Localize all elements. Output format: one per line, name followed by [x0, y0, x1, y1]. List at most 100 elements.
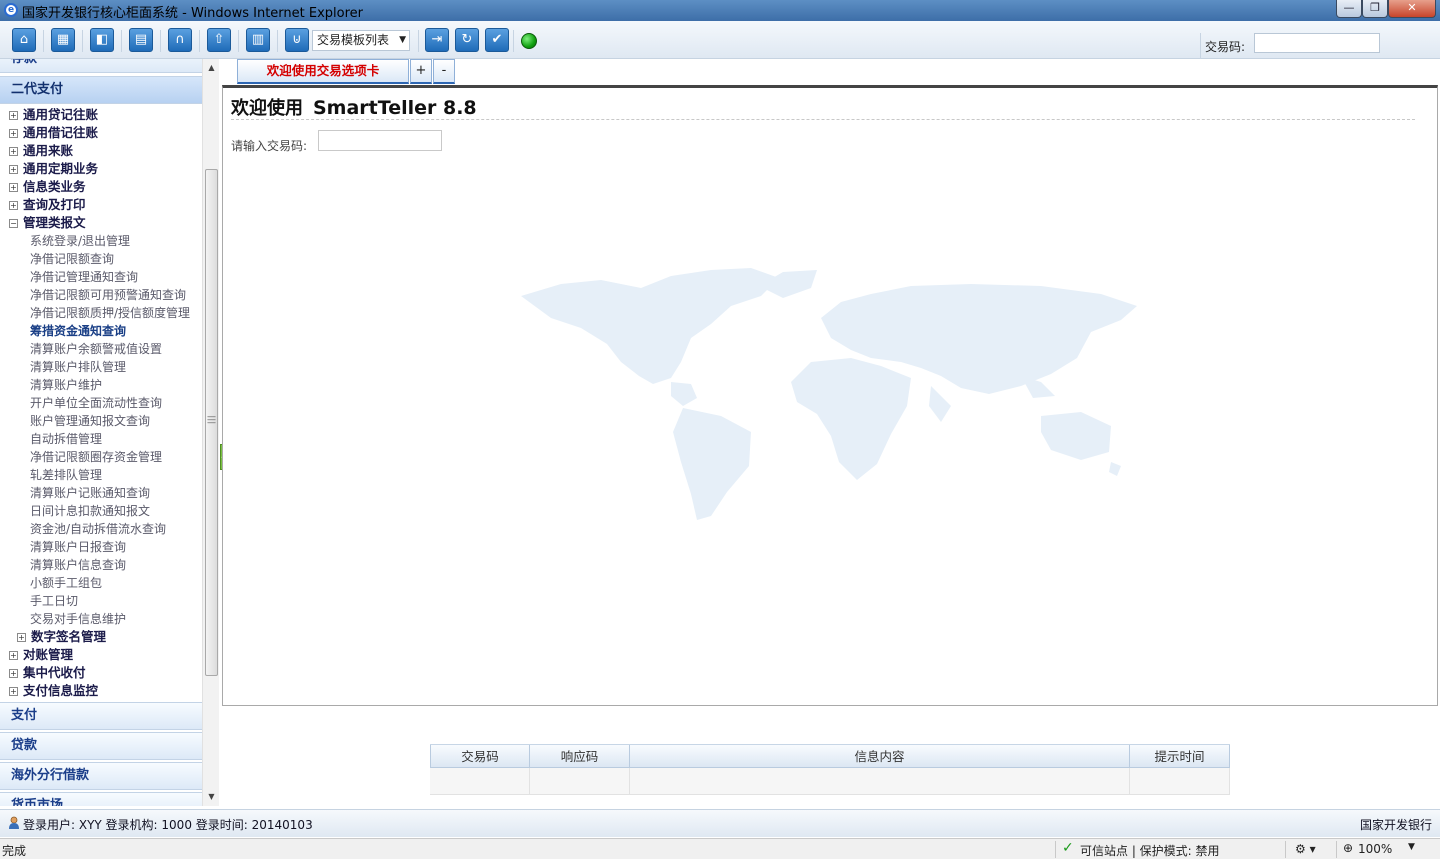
tree-group[interactable]: + 集中代收付 [9, 664, 86, 682]
tree-leaf[interactable]: 净借记限额可用预警通知查询 [30, 286, 186, 304]
expand-icon[interactable]: + [17, 633, 26, 642]
confirm-check-icon[interactable]: ✔ [485, 28, 509, 52]
tree-leaf[interactable]: 净借记限额查询 [30, 250, 114, 268]
tree-leaf[interactable]: 系统登录/退出管理 [30, 232, 130, 250]
collapse-icon[interactable]: − [9, 219, 18, 228]
tree-leaf[interactable]: 清算账户记账通知查询 [30, 484, 150, 502]
tree-leaf[interactable]: 自动拆借管理 [30, 430, 102, 448]
add-tab-button[interactable]: + [410, 59, 432, 84]
txcode-input[interactable] [1254, 33, 1380, 53]
section-money-market[interactable]: 货币市场 [0, 792, 202, 806]
tab-welcome[interactable]: 欢迎使用交易选项卡 [237, 59, 409, 84]
expand-icon[interactable]: + [9, 669, 18, 678]
section-deposit[interactable]: 存款 [0, 59, 202, 73]
table-cell [530, 768, 630, 795]
section-loan[interactable]: 贷款 [0, 732, 202, 760]
tree-group-label: 通用来账 [23, 143, 74, 158]
tree-group-label: 通用贷记往账 [23, 107, 99, 122]
tree-leaf[interactable]: 账户管理通知报文查询 [30, 412, 150, 430]
txcode-prompt-label: 请输入交易码: [231, 139, 308, 153]
template-icon[interactable]: ⊍ [285, 28, 309, 52]
tree-group[interactable]: + 通用来账 [9, 142, 73, 160]
template-list-value: 交易模板列表 [317, 33, 390, 47]
tree-leaf[interactable]: 净借记限额质押/授信额度管理 [30, 304, 190, 322]
security-settings-icon[interactable]: ⚙ ▾ [1295, 842, 1316, 856]
title-divider [231, 119, 1415, 120]
tree-group[interactable]: + 查询及打印 [9, 196, 86, 214]
tree-leaf[interactable]: 交易对手信息维护 [30, 610, 126, 628]
toolbar: ⌂ ▦ ◧ ▤ ∩ ⇧ ▥ ⊍ 交易模板列表 ▼ ⇥ ↻ ✔ 交易码: [0, 21, 1440, 63]
tree-leaf[interactable]: 净借记管理通知查询 [30, 268, 138, 286]
upload-icon[interactable]: ⇧ [207, 28, 231, 52]
headset-icon[interactable]: ∩ [168, 28, 192, 52]
world-map-icon [521, 268, 1137, 520]
tree-leaf[interactable]: 净借记限额圈存资金管理 [30, 448, 162, 466]
back-window-icon[interactable]: ◧ [90, 28, 114, 52]
splitter-grip-icon: — — — [207, 412, 216, 428]
expand-icon[interactable]: + [9, 183, 18, 192]
expand-icon[interactable]: + [9, 651, 18, 660]
tree-group-label: 集中代收付 [23, 665, 86, 680]
tree-leaf[interactable]: 日间计息扣款通知报文 [30, 502, 150, 520]
section-payment[interactable]: 支付 [0, 702, 202, 730]
zoom-dropdown-icon[interactable]: ▼ [1408, 842, 1415, 852]
trusted-site-check-icon: ✓ [1062, 840, 1074, 856]
tree-leaf-selected[interactable]: 筹措资金通知查询 [30, 322, 126, 340]
refresh-icon[interactable]: ↻ [455, 28, 479, 52]
scroll-up-icon[interactable]: ▲ [205, 61, 218, 75]
zoom-level[interactable]: 100% [1358, 842, 1392, 856]
section-second-gen-payment[interactable]: 二代支付 [0, 76, 202, 104]
tree-leaf[interactable]: 清算账户日报查询 [30, 538, 126, 556]
tree-group[interactable]: + 通用贷记往账 [9, 106, 98, 124]
tree-leaf[interactable]: 开户单位全面流动性查询 [30, 394, 162, 412]
txcode-prompt-input[interactable] [318, 130, 442, 151]
tree-group[interactable]: + 通用定期业务 [9, 160, 98, 178]
zoom-icon: ⊕ [1343, 841, 1354, 855]
template-list-select[interactable]: 交易模板列表 ▼ [312, 30, 410, 51]
expand-icon[interactable]: + [9, 129, 18, 138]
tree-group[interactable]: + 信息类业务 [9, 178, 86, 196]
security-zone[interactable]: 可信站点 | 保护模式: 禁用 [1080, 842, 1220, 859]
expand-icon[interactable]: + [9, 147, 18, 156]
section-overseas-loan[interactable]: 海外分行借款 [0, 762, 202, 790]
toolbar-separator [418, 30, 419, 52]
tree-leaf[interactable]: 小额手工组包 [30, 574, 102, 592]
tree-leaf[interactable]: 手工日切 [30, 592, 78, 610]
scroll-down-icon[interactable]: ▼ [205, 790, 218, 804]
expand-icon[interactable]: + [9, 687, 18, 696]
minimize-button[interactable]: — [1336, 0, 1362, 18]
col-header-response-code[interactable]: 响应码 [530, 745, 630, 769]
expand-icon[interactable]: + [9, 201, 18, 210]
tree-group[interactable]: + 通用借记往账 [9, 124, 98, 142]
trash-icon[interactable]: ▥ [246, 28, 270, 52]
toolbar-separator [199, 30, 200, 52]
expand-icon[interactable]: + [9, 165, 18, 174]
home-icon[interactable]: ⌂ [12, 28, 36, 52]
tree-group[interactable]: + 支付信息监控 [9, 682, 98, 700]
window-title: 国家开发银行核心柜面系统 - Windows Internet Explorer [22, 6, 363, 21]
tree-leaf[interactable]: 清算账户余额警戒值设置 [30, 340, 162, 358]
maximize-button[interactable]: ❐ [1362, 0, 1388, 18]
status-separator [1055, 841, 1056, 858]
calculator-icon[interactable]: ▦ [51, 28, 75, 52]
table-row[interactable] [430, 768, 1230, 795]
close-button[interactable]: ✕ [1388, 0, 1436, 18]
login-icon[interactable]: ⇥ [425, 28, 449, 52]
col-header-time[interactable]: 提示时间 [1130, 745, 1230, 769]
tree-group-label: 数字签名管理 [31, 629, 107, 644]
remove-tab-button[interactable]: - [433, 59, 455, 84]
col-header-message[interactable]: 信息内容 [630, 745, 1130, 769]
tree-leaf[interactable]: 资金池/自动拆借流水查询 [30, 520, 166, 538]
welcome-panel: 欢迎使用 SmartTeller 8.8 请输入交易码: [222, 85, 1438, 706]
document-icon[interactable]: ▤ [129, 28, 153, 52]
tree-subgroup[interactable]: + 数字签名管理 [17, 628, 106, 646]
tree-leaf[interactable]: 清算账户排队管理 [30, 358, 126, 376]
col-header-txcode[interactable]: 交易码 [430, 745, 530, 769]
tree-leaf[interactable]: 清算账户维护 [30, 376, 102, 394]
tree-group[interactable]: + 对账管理 [9, 646, 73, 664]
tree-group-expanded[interactable]: − 管理类报文 [9, 214, 86, 232]
tree-leaf[interactable]: 轧差排队管理 [30, 466, 102, 484]
sidebar-scrollbar[interactable]: ▲ — — — ▼ [202, 59, 219, 806]
tree-leaf[interactable]: 清算账户信息查询 [30, 556, 126, 574]
expand-icon[interactable]: + [9, 111, 18, 120]
